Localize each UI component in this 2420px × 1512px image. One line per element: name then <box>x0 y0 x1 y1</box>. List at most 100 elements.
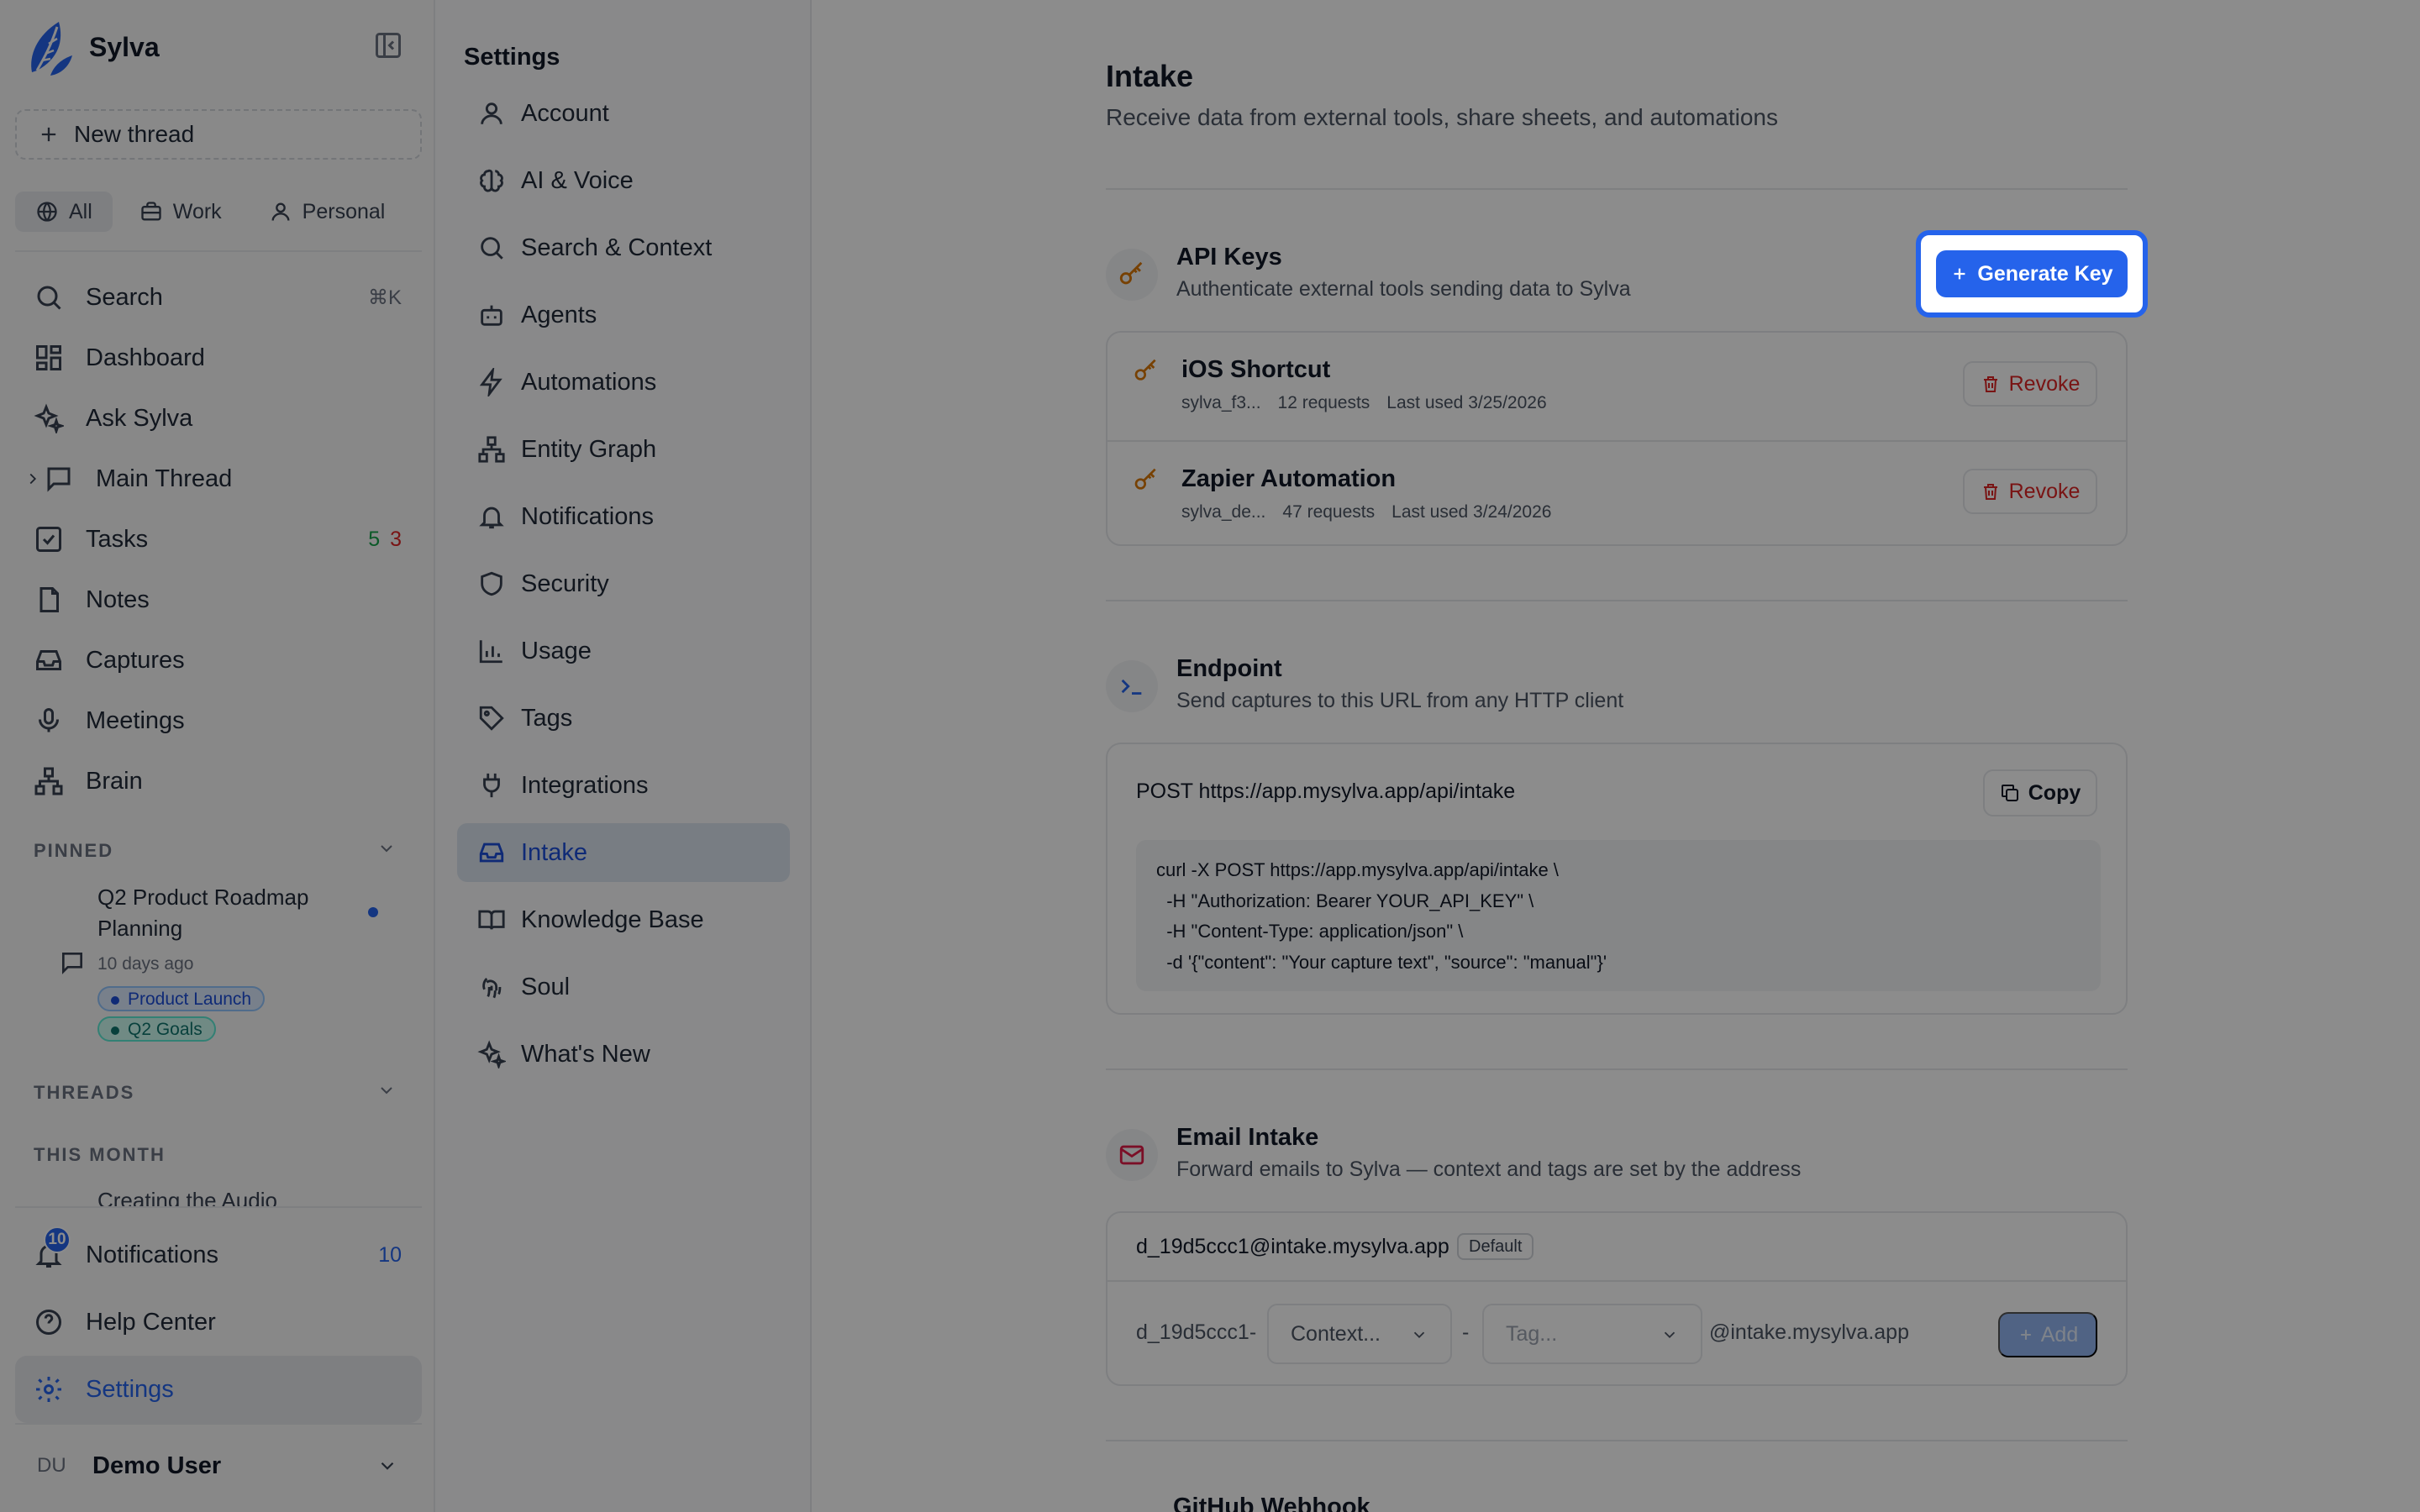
nav-meetings[interactable]: Meetings <box>15 690 422 751</box>
trash-icon <box>1983 376 1997 392</box>
api-keys-icon-wrap <box>1106 249 1158 301</box>
chevron-right-icon[interactable] <box>24 470 42 488</box>
settings-nav: Settings Account AI & Voice Search & Con… <box>435 0 812 1512</box>
endpoint-url: POST https://app.mysylva.app/api/intake <box>1136 780 1516 803</box>
plug-icon <box>483 773 500 798</box>
scope-label: All <box>69 199 92 223</box>
revoke-button[interactable]: Revoke <box>1963 469 2097 514</box>
settings-item-knowledge-base[interactable]: Knowledge Base <box>457 890 790 949</box>
endpoint-desc: Send captures to this URL from any HTTP … <box>1176 689 1624 712</box>
api-key-requests: 47 requests <box>1282 502 1376 522</box>
email-intake-card: d_19d5ccc1@intake.mysylva.app Default d_… <box>1106 1211 2128 1386</box>
nav-tasks[interactable]: Tasks 53 <box>15 509 422 570</box>
settings-item-label: Account <box>521 99 609 127</box>
tag-select[interactable]: Tag... <box>1482 1304 1702 1364</box>
divider <box>1106 1068 2128 1070</box>
api-key-meta: sylva_f3... 12 requests Last used 3/25/2… <box>1181 393 1547 413</box>
revoke-button[interactable]: Revoke <box>1963 361 2097 407</box>
inbox-icon <box>36 650 61 670</box>
copy-button[interactable]: Copy <box>1983 769 2097 816</box>
divider <box>15 250 422 252</box>
nav-brain[interactable]: Brain <box>15 751 422 811</box>
api-key-last-used: Last used 3/25/2026 <box>1386 393 1547 412</box>
nav-label: Settings <box>86 1375 174 1403</box>
chevron-down-icon[interactable] <box>376 1080 397 1100</box>
user-menu[interactable]: DU Demo User <box>15 1436 422 1495</box>
settings-item-tags[interactable]: Tags <box>457 689 790 748</box>
file-icon <box>39 587 59 612</box>
settings-item-security[interactable]: Security <box>457 554 790 613</box>
chevron-down-icon[interactable] <box>376 838 397 858</box>
bottom-nav: 10 Notifications 10 Help Center Settings <box>15 1221 422 1423</box>
separator-dash: - <box>1462 1320 1470 1344</box>
nav-label: Notifications <box>86 1241 218 1268</box>
dashboard-icon <box>36 345 61 370</box>
page-title: Intake <box>1106 59 1194 93</box>
scope-personal[interactable]: Personal <box>249 192 406 232</box>
notification-count: 10 <box>378 1242 402 1267</box>
endpoint-icon-wrap <box>1106 660 1158 712</box>
settings-item-ai-voice[interactable]: AI & Voice <box>457 151 790 210</box>
nav-ask-sylva[interactable]: Ask Sylva <box>15 388 422 449</box>
settings-item-whats-new[interactable]: What's New <box>457 1025 790 1084</box>
settings-item-label: What's New <box>521 1040 650 1068</box>
context-select[interactable]: Context... <box>1267 1304 1452 1364</box>
scope-work[interactable]: Work <box>119 192 242 232</box>
nav-help-center[interactable]: Help Center <box>15 1289 422 1356</box>
scope-label: Personal <box>302 199 386 223</box>
add-address-button[interactable]: Add <box>1998 1312 2097 1357</box>
brand[interactable]: Sylva <box>25 17 160 77</box>
thread-item[interactable]: Creating the Audio <box>97 1188 277 1208</box>
default-email-address[interactable]: d_19d5ccc1@intake.mysylva.app <box>1136 1235 1449 1259</box>
key-icon <box>1134 359 1156 381</box>
default-address-row: d_19d5ccc1@intake.mysylva.app Default <box>1107 1213 2126 1282</box>
settings-item-automations[interactable]: Automations <box>457 353 790 412</box>
nav-search[interactable]: Search ⌘K <box>15 267 422 328</box>
settings-item-soul[interactable]: Soul <box>457 958 790 1016</box>
nav-label: Meetings <box>86 706 185 734</box>
nav-label: Main Thread <box>96 465 233 492</box>
settings-item-search-context[interactable]: Search & Context <box>457 218 790 277</box>
avatar: DU <box>37 1454 66 1477</box>
nav-main-thread[interactable]: Main Thread <box>15 449 422 509</box>
settings-item-entity-graph[interactable]: Entity Graph <box>457 420 790 479</box>
tag-product-launch[interactable]: Product Launch <box>97 986 266 1011</box>
nav-notes[interactable]: Notes <box>15 570 422 630</box>
app-window: Sylva New thread All Work Personal Searc… <box>0 0 2420 1512</box>
settings-item-account[interactable]: Account <box>457 84 790 143</box>
settings-item-notifications[interactable]: Notifications <box>457 487 790 546</box>
generate-key-button[interactable]: Generate Key <box>1936 250 2128 297</box>
user-name: Demo User <box>92 1452 222 1479</box>
nav-settings[interactable]: Settings <box>15 1356 422 1423</box>
mail-icon <box>1119 1145 1144 1165</box>
collapse-sidebar-icon[interactable] <box>373 30 403 60</box>
scope-all[interactable]: All <box>15 192 113 232</box>
nav-label: Ask Sylva <box>86 404 193 432</box>
trash-icon <box>1983 484 1997 500</box>
new-thread-button[interactable]: New thread <box>15 109 422 160</box>
fingerprint-icon <box>482 978 502 999</box>
nav-captures[interactable]: Captures <box>15 630 422 690</box>
terminal-icon <box>1121 679 1142 695</box>
settings-item-integrations[interactable]: Integrations <box>457 756 790 815</box>
sparkles-icon <box>477 1040 506 1068</box>
nav-notifications[interactable]: 10 Notifications 10 <box>15 1221 422 1289</box>
settings-item-agents[interactable]: Agents <box>457 286 790 344</box>
page-subtitle: Receive data from external tools, share … <box>1106 104 1778 130</box>
unread-dot <box>368 907 378 917</box>
settings-list: Account AI & Voice Search & Context Agen… <box>457 84 790 1092</box>
api-key-prefix: sylva_de... <box>1181 502 1266 522</box>
bar-chart-icon <box>479 640 502 664</box>
tag-q2-goals[interactable]: Q2 Goals <box>97 1016 216 1042</box>
settings-item-label: Security <box>521 570 609 597</box>
settings-item-intake[interactable]: Intake <box>457 823 790 882</box>
tasks-done-count: 5 <box>368 527 381 551</box>
divider <box>1106 188 2128 190</box>
divider <box>15 1423 422 1425</box>
settings-item-label: Usage <box>521 637 592 664</box>
nav-dashboard[interactable]: Dashboard <box>15 328 422 388</box>
this-month-label: THIS MONTH <box>34 1144 166 1165</box>
divider <box>1106 1440 2128 1441</box>
api-keys-list: iOS Shortcut sylva_f3... 12 requests Las… <box>1106 331 2128 546</box>
settings-item-usage[interactable]: Usage <box>457 622 790 680</box>
